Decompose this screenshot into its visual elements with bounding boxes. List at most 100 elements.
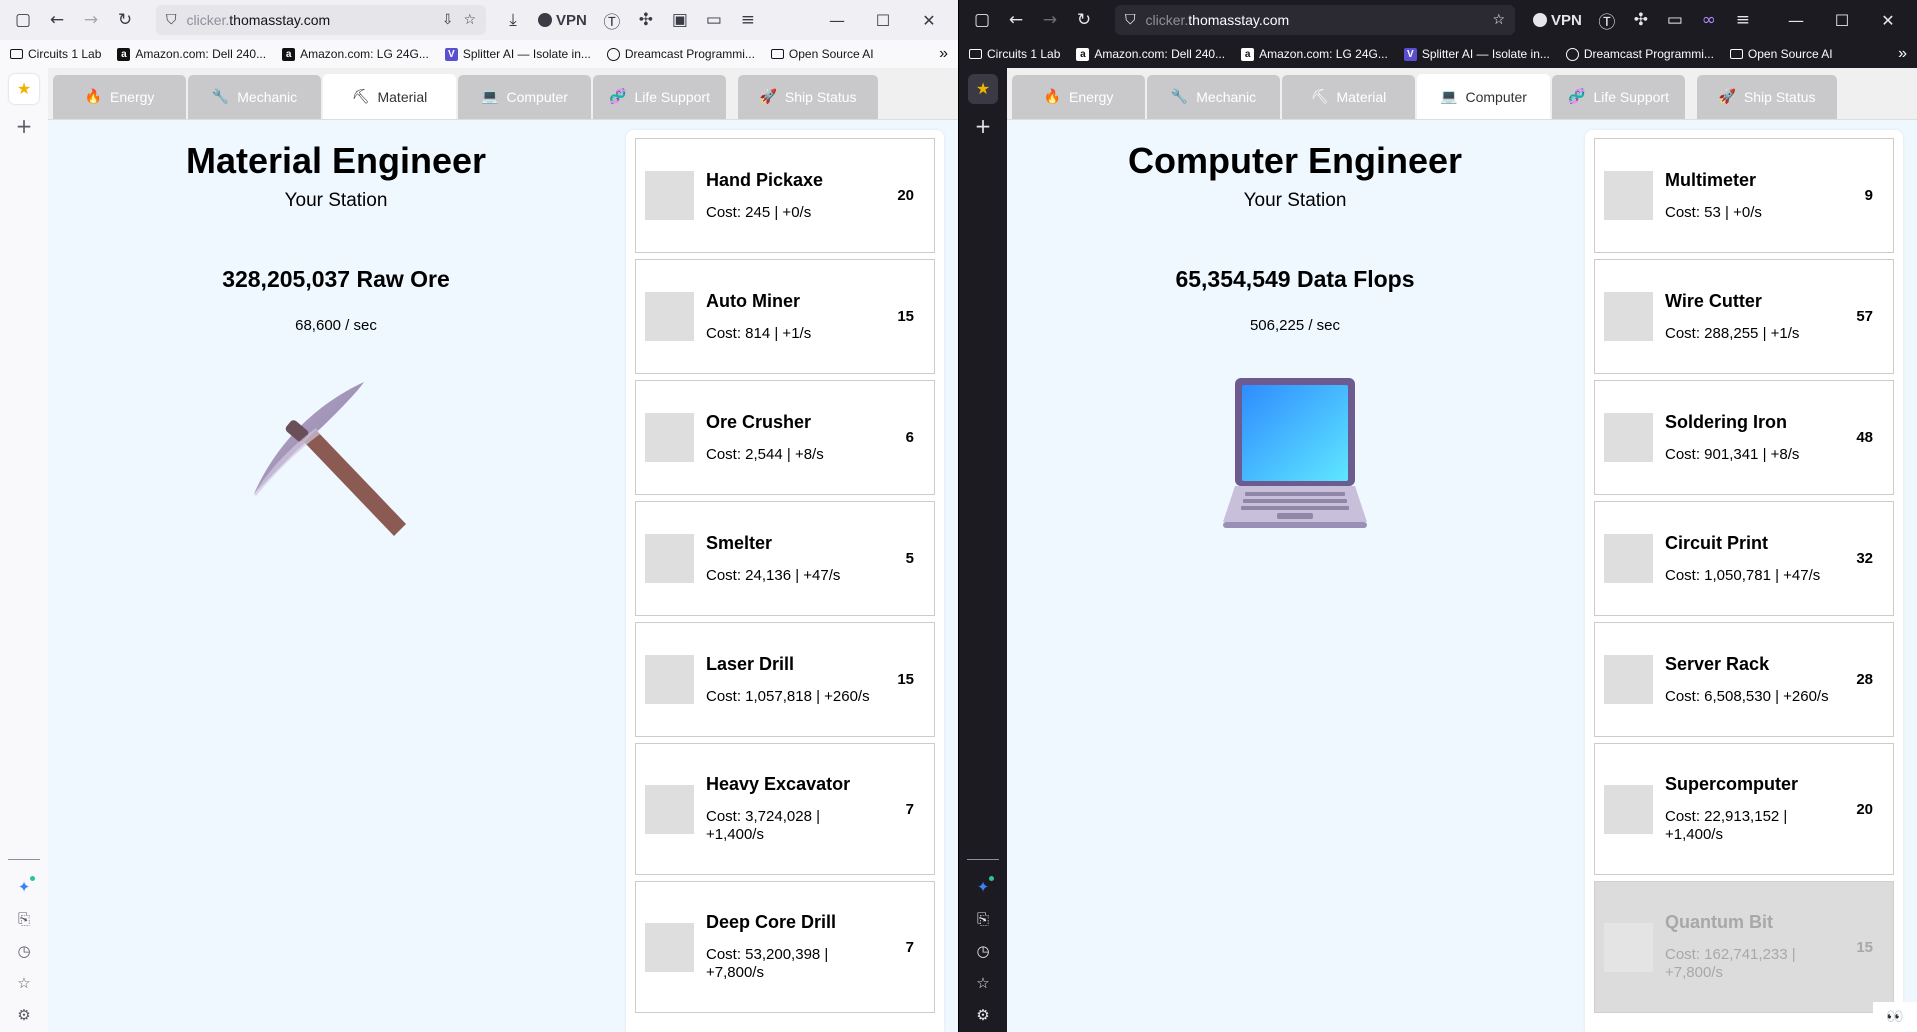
tab-ship-status[interactable]: 🚀 Ship Status [1697,75,1837,119]
menu-icon[interactable]: ≡ [733,5,763,35]
bookmarks-icon[interactable]: ☆ [17,974,30,992]
pickaxe-icon[interactable] [246,364,426,544]
upgrade-card[interactable]: Wire Cutter Cost: 288,255 | +1/s 57 [1594,259,1894,374]
tab-mechanic[interactable]: 🔧 Mechanic [1147,75,1280,119]
settings-gear-icon[interactable]: ⚙ [17,1006,30,1024]
tab-material[interactable]: ⛏ Material [323,74,456,119]
upgrade-thumbnail [645,171,694,220]
upgrade-card[interactable]: Heavy Excavator Cost: 3,724,028 | +1,400/… [635,743,935,875]
close-icon[interactable]: ✕ [908,11,950,30]
container-icon[interactable]: ▣ [665,5,695,35]
upgrade-card[interactable]: Laser Drill Cost: 1,057,818 | +260/s 15 [635,622,935,737]
bookmark-item[interactable]: a Amazon.com: Dell 240... [117,47,266,61]
forward-icon[interactable]: → [76,5,106,35]
close-icon[interactable]: ✕ [1867,11,1909,30]
reader-icon[interactable]: ▭ [1660,5,1690,35]
bookmark-item[interactable]: Open Source AI [770,47,874,61]
add-panel-icon[interactable]: + [975,114,992,138]
ai-sparkle-icon[interactable]: ✦ [977,876,994,896]
tab-computer[interactable]: 💻 Computer [458,75,591,119]
upgrade-name: Deep Core Drill [706,912,837,932]
bookmark-item[interactable]: Circuits 1 Lab [969,47,1060,61]
upgrade-card[interactable]: Smelter Cost: 24,136 | +47/s 5 [635,501,935,616]
upgrade-name: Laser Drill [706,653,795,674]
bookmarks-more-icon[interactable]: » [939,45,948,63]
url-bar[interactable]: ⛉ clicker.thomasstay.com ⇩ ☆ [156,5,486,35]
ai-sparkle-icon[interactable]: ✦ [18,876,35,896]
minimize-icon[interactable]: — [1775,11,1817,30]
private-mask-icon[interactable]: ∞ [1694,5,1724,35]
favorites-star-icon[interactable]: ★ [9,74,39,104]
back-icon[interactable]: ← [42,5,72,35]
synced-tabs-icon[interactable]: ⎘ [977,910,989,928]
maximize-icon[interactable]: ☐ [862,11,904,30]
bookmark-item[interactable]: V Splitter AI — Isolate in... [1403,47,1550,61]
forward-icon[interactable]: → [1035,5,1065,35]
downloads-icon[interactable]: ⤓ [498,5,528,35]
sidebar-divider [8,859,40,860]
bookmark-item[interactable]: Circuits 1 Lab [10,47,101,61]
bookmark-item[interactable]: Dreamcast Programmi... [606,47,755,61]
upgrade-card[interactable]: Circuit Print Cost: 1,050,781 | +47/s 32 [1594,501,1894,616]
upgrade-card[interactable]: Auto Miner Cost: 814 | +1/s 15 [635,259,935,374]
laptop-icon[interactable] [1205,364,1385,544]
tab-material[interactable]: ⛏ Material [1282,75,1415,119]
reload-icon[interactable]: ↻ [1069,5,1099,35]
extensions-icon[interactable]: ✣ [1626,5,1656,35]
browser-sidebar: ★ + ✦ ⎘ ◷ ☆ ⚙ [0,68,48,1032]
tab-energy[interactable]: 🔥 Energy [53,75,186,119]
extension-t-icon[interactable]: Ⓣ [597,5,627,35]
upgrade-card[interactable]: Hand Pickaxe Cost: 245 | +0/s 20 [635,138,935,253]
upgrade-card[interactable]: Server Rack Cost: 6,508,530 | +260/s 28 [1594,622,1894,737]
tab-energy[interactable]: 🔥 Energy [1012,75,1145,119]
station-subtitle: Your Station [1243,190,1347,211]
save-page-icon[interactable]: ⇩ [442,12,454,28]
url-bar[interactable]: ⛉ clicker.thomasstay.com ☆ [1115,5,1515,35]
history-icon[interactable]: ◷ [17,942,30,960]
extensions-icon[interactable]: ✣ [631,5,661,35]
extension-t-icon[interactable]: Ⓣ [1592,5,1622,35]
url-text: clicker.thomasstay.com [186,12,331,28]
history-icon[interactable]: ◷ [976,942,989,960]
reload-icon[interactable]: ↻ [110,5,140,35]
bookmark-item[interactable]: a Amazon.com: LG 24G... [282,47,429,61]
sidebar-toggle-icon[interactable]: ▢ [967,5,997,35]
bookmark-star-icon[interactable]: ☆ [1492,12,1505,28]
minimize-icon[interactable]: — [816,11,858,30]
upgrade-text: Auto Miner Cost: 814 | +1/s [706,291,882,343]
upgrade-card[interactable]: Deep Core Drill Cost: 53,200,398 | +7,800… [635,881,935,1013]
add-panel-icon[interactable]: + [16,114,33,138]
bookmark-item[interactable]: Open Source AI [1729,47,1833,61]
bookmark-item[interactable]: Dreamcast Programmi... [1565,47,1714,61]
menu-icon[interactable]: ≡ [1728,5,1758,35]
favorites-star-icon[interactable]: ★ [968,74,998,104]
upgrade-owned-count: 20 [1856,800,1873,818]
bookmark-item[interactable]: a Amazon.com: Dell 240... [1076,47,1225,61]
maximize-icon[interactable]: ☐ [1821,11,1863,30]
vpn-button[interactable]: VPN [1527,12,1588,29]
synced-tabs-icon[interactable]: ⎘ [18,910,30,928]
sidebar-toggle-icon[interactable]: ▢ [8,5,38,35]
back-icon[interactable]: ← [1001,5,1031,35]
upgrade-card[interactable]: Soldering Iron Cost: 901,341 | +8/s 48 [1594,380,1894,495]
bookmarks-icon[interactable]: ☆ [976,974,989,992]
bookmark-item[interactable]: V Splitter AI — Isolate in... [444,47,591,61]
folder-icon [1729,49,1743,59]
tab-life-support[interactable]: 🧬 Life Support [593,75,726,119]
vpn-button[interactable]: VPN [532,12,593,29]
upgrade-card[interactable]: Quantum Bit Cost: 162,741,233 | +7,800/s 1… [1594,881,1894,1013]
upgrade-card[interactable]: Supercomputer Cost: 22,913,152 | +1,400/s… [1594,743,1894,875]
bookmark-item[interactable]: a Amazon.com: LG 24G... [1241,47,1388,61]
tab-mechanic[interactable]: 🔧 Mechanic [188,75,321,119]
tab-computer[interactable]: 💻 Computer [1417,74,1550,119]
rocket-icon: 🚀 [1718,89,1736,105]
bookmark-star-icon[interactable]: ☆ [463,12,476,28]
bookmarks-bar: Circuits 1 Lab a Amazon.com: Dell 240... … [959,40,1917,68]
settings-gear-icon[interactable]: ⚙ [976,1006,989,1024]
tab-ship-status[interactable]: 🚀 Ship Status [738,75,878,119]
bookmarks-more-icon[interactable]: » [1898,45,1907,63]
upgrade-card[interactable]: Multimeter Cost: 53 | +0/s 9 [1594,138,1894,253]
upgrade-card[interactable]: Ore Crusher Cost: 2,544 | +8/s 6 [635,380,935,495]
reader-icon[interactable]: ▭ [699,5,729,35]
tab-life-support[interactable]: 🧬 Life Support [1552,75,1685,119]
